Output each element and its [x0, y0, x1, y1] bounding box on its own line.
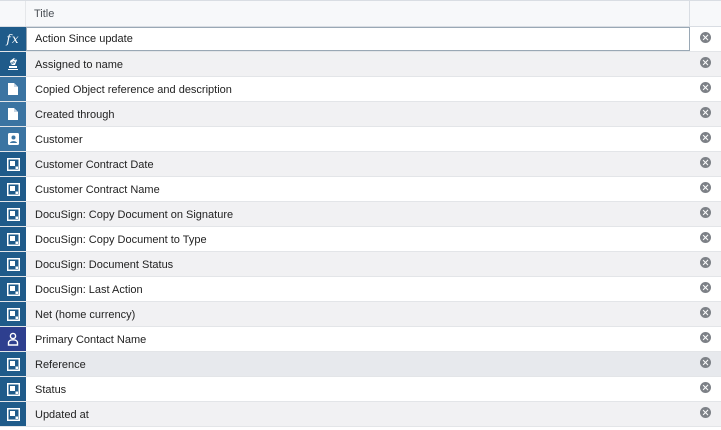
list-item[interactable]: Assigned to name: [0, 52, 721, 77]
remove-cell: [690, 377, 721, 401]
remove-cell: [690, 127, 721, 151]
customer-card-icon: [0, 127, 26, 151]
remove-icon[interactable]: [700, 107, 711, 118]
remove-cell: [690, 27, 721, 51]
row-title: Copied Object reference and description: [35, 84, 232, 96]
remove-icon[interactable]: [700, 207, 711, 218]
list-item[interactable]: DocuSign: Document Status: [0, 252, 721, 277]
row-title: DocuSign: Document Status: [35, 259, 174, 271]
remove-cell: [690, 77, 721, 101]
field-icon: [0, 177, 26, 201]
header-action-column: [690, 1, 721, 26]
field-icon: [0, 227, 26, 251]
document-icon: [0, 102, 26, 126]
row-title: DocuSign: Copy Document to Type: [35, 234, 207, 246]
remove-cell: [690, 152, 721, 176]
row-title: DocuSign: Copy Document on Signature: [35, 209, 234, 221]
row-title: Customer Contract Name: [35, 184, 160, 196]
remove-cell: [690, 252, 721, 276]
person-icon: [0, 327, 26, 351]
list-item[interactable]: DocuSign: Copy Document to Type: [0, 227, 721, 252]
row-title: Assigned to name: [35, 59, 124, 71]
remove-cell: [690, 352, 721, 376]
remove-icon[interactable]: [700, 182, 711, 193]
list-item[interactable]: Customer Contract Name: [0, 177, 721, 202]
remove-cell: [690, 177, 721, 201]
list-header: Title: [0, 1, 721, 27]
field-icon: [0, 302, 26, 326]
row-title: Created through: [35, 109, 115, 121]
remove-icon[interactable]: [700, 382, 711, 393]
remove-icon[interactable]: [700, 132, 711, 143]
row-title: Status: [35, 384, 67, 396]
list-item[interactable]: Customer: [0, 127, 721, 152]
field-icon: [0, 377, 26, 401]
field-icon: [0, 252, 26, 276]
row-title: Customer: [35, 134, 83, 146]
row-title: Net (home currency): [35, 309, 136, 321]
remove-icon[interactable]: [700, 157, 711, 168]
list-item[interactable]: Status: [0, 377, 721, 402]
row-title: Reference: [35, 359, 86, 371]
list-item[interactable]: Copied Object reference and description: [0, 77, 721, 102]
document-icon: [0, 77, 26, 101]
list-item[interactable]: Updated at: [0, 402, 721, 427]
list-item[interactable]: Customer Contract Date: [0, 152, 721, 177]
field-icon: [0, 277, 26, 301]
remove-cell: [690, 327, 721, 351]
field-icon: [0, 202, 26, 226]
remove-cell: [690, 402, 721, 426]
remove-icon[interactable]: [700, 57, 711, 68]
list-item[interactable]: fx Action Since update: [0, 27, 721, 52]
row-title: DocuSign: Last Action: [35, 284, 143, 296]
remove-cell: [690, 52, 721, 76]
remove-icon[interactable]: [700, 32, 711, 43]
field-icon: [0, 352, 26, 376]
remove-cell: [690, 102, 721, 126]
remove-icon[interactable]: [700, 407, 711, 418]
remove-icon[interactable]: [700, 257, 711, 268]
remove-cell: [690, 227, 721, 251]
remove-cell: [690, 202, 721, 226]
list-item[interactable]: Reference: [0, 352, 721, 377]
row-title: Updated at: [35, 409, 89, 421]
list-item[interactable]: Net (home currency): [0, 302, 721, 327]
remove-icon[interactable]: [700, 82, 711, 93]
title-input[interactable]: Action Since update: [26, 27, 690, 51]
remove-icon[interactable]: [700, 357, 711, 368]
field-rows: fx Action Since update Assigned to name Cop…: [0, 27, 721, 427]
remove-icon[interactable]: [700, 282, 711, 293]
stamp-icon: [0, 52, 26, 76]
row-title: Customer Contract Date: [35, 159, 154, 171]
list-item[interactable]: DocuSign: Last Action: [0, 277, 721, 302]
field-list: Title fx Action Since update Assigned to n…: [0, 0, 721, 430]
row-title: Primary Contact Name: [35, 334, 147, 346]
field-icon: [0, 152, 26, 176]
header-title[interactable]: Title: [26, 1, 690, 26]
list-item[interactable]: DocuSign: Copy Document on Signature: [0, 202, 721, 227]
header-icon-column: [0, 1, 26, 26]
remove-icon[interactable]: [700, 332, 711, 343]
field-icon: [0, 402, 26, 426]
function-icon: fx: [0, 27, 26, 51]
remove-icon[interactable]: [700, 232, 711, 243]
list-item[interactable]: Created through: [0, 102, 721, 127]
list-item[interactable]: Primary Contact Name: [0, 327, 721, 352]
remove-cell: [690, 277, 721, 301]
remove-icon[interactable]: [700, 307, 711, 318]
remove-cell: [690, 302, 721, 326]
